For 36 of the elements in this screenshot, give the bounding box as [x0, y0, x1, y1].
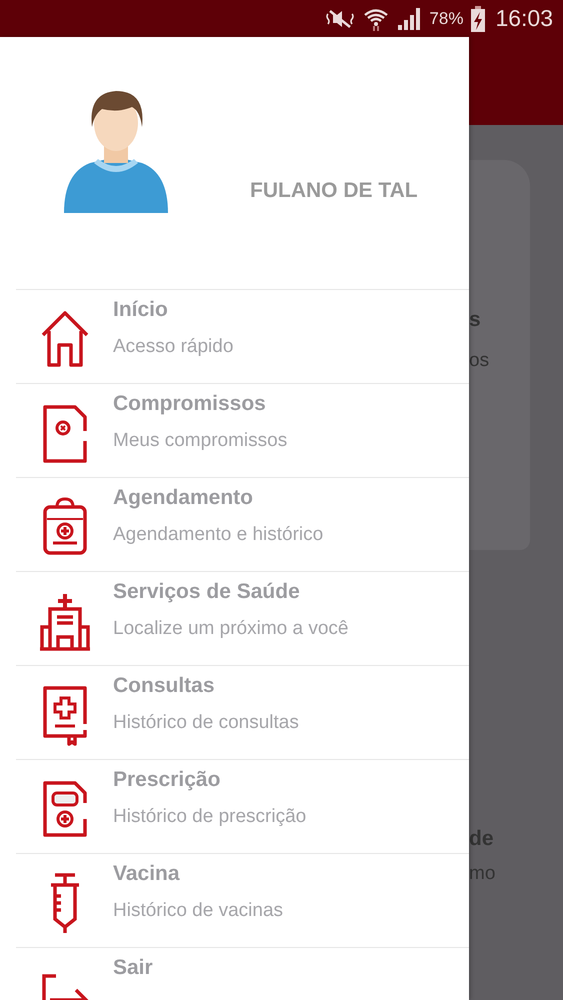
menu-item[interactable]: Início Acesso rápido — [16, 289, 469, 383]
menu-item-subtitle: Meus compromissos — [113, 430, 288, 452]
menu-item[interactable]: Prescrição Histórico de prescrição — [16, 759, 469, 853]
menu-item-subtitle: Histórico de vacinas — [113, 900, 284, 922]
menu-item[interactable]: Consultas Histórico de consultas — [16, 665, 469, 759]
menu-item-subtitle: Histórico de prescrição — [113, 806, 306, 828]
document-icon — [40, 402, 88, 462]
menu-item-subtitle: Agendamento e histórico — [113, 524, 324, 546]
menu-item-title: Agendamento — [113, 486, 254, 510]
menu-item-title: Serviços de Saúde — [113, 580, 301, 604]
menu-item-title: Compromissos — [113, 392, 267, 416]
document-icon — [40, 778, 88, 838]
menu-item-title: Prescrição — [113, 768, 222, 792]
menu-item[interactable]: Sair — [16, 947, 469, 1000]
house-icon — [40, 308, 88, 368]
clipboard-icon — [40, 496, 88, 556]
menu-item-title: Consultas — [113, 674, 216, 698]
signal-icon — [397, 6, 422, 30]
battery-percentage: 78% — [429, 8, 464, 28]
mute-icon — [325, 8, 356, 30]
menu-item[interactable]: Compromissos Meus compromissos — [16, 383, 469, 477]
card-subtitle: os — [469, 350, 490, 372]
menu-item-subtitle: Histórico de consultas — [113, 712, 299, 734]
card-title: s — [469, 308, 481, 332]
menu-item-title: Sair — [113, 956, 153, 980]
menu-item[interactable]: Serviços de Saúde Localize um próximo a você — [16, 571, 469, 665]
menu-item-title: Início — [113, 298, 169, 322]
clock-time: 16:03 — [495, 5, 553, 32]
book-icon — [40, 684, 88, 746]
menu-item[interactable]: Agendamento Agendamento e histórico — [16, 477, 469, 571]
menu-item-subtitle: Localize um próximo a você — [113, 618, 348, 640]
menu-item-subtitle: Acesso rápido — [113, 336, 234, 358]
menu-item-title: Vacina — [113, 862, 181, 886]
user-name: FULANO DE TAL — [250, 179, 418, 203]
menu-item[interactable]: Vacina Histórico de vacinas — [16, 853, 469, 947]
battery-icon — [471, 6, 486, 32]
